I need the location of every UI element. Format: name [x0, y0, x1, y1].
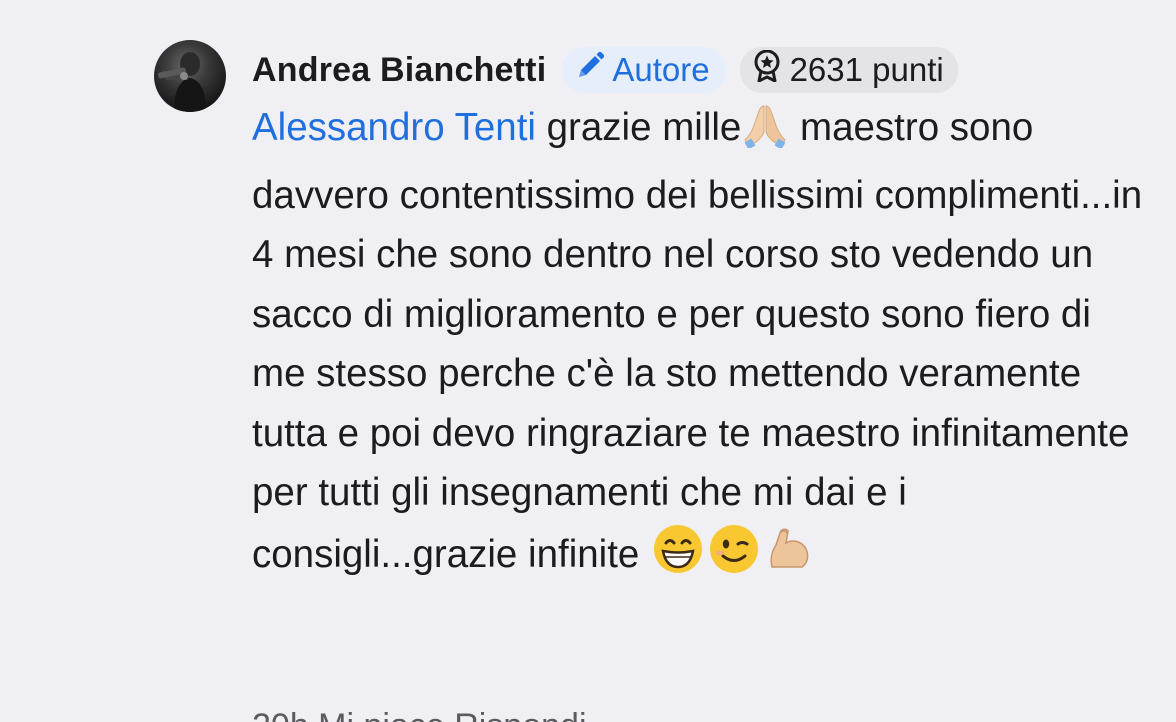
comment-actions: 20h Mi piace Rispondi	[252, 706, 587, 722]
pencil-icon	[574, 50, 606, 90]
author-name[interactable]: Andrea Bianchetti	[252, 51, 546, 90]
flexed-biceps-icon	[764, 523, 816, 593]
avatar[interactable]	[154, 40, 226, 112]
points-badge: 2631 punti	[739, 47, 958, 93]
author-badge-label: Autore	[612, 51, 710, 88]
points-badge-label: 2631 punti	[789, 51, 944, 88]
mention-link[interactable]: Alessandro Tenti	[252, 106, 536, 149]
comment-text-part1: grazie mille	[535, 106, 742, 149]
comment-header: Andrea Bianchetti Autore 2631 punti	[252, 44, 958, 96]
author-badge: Autore	[562, 47, 726, 93]
grinning-face-with-smiling-eyes-icon	[652, 523, 704, 593]
winking-face-icon	[708, 523, 760, 593]
comment-text: Alessandro Tenti grazie mille maestro so…	[252, 98, 1152, 592]
award-ribbon-icon	[752, 49, 782, 90]
comment: Andrea Bianchetti Autore 2631 punti Ales…	[0, 0, 1176, 722]
comment-text-part2: maestro sono davvero contentissimo dei b…	[252, 106, 1143, 576]
folded-hands-icon	[743, 102, 787, 166]
